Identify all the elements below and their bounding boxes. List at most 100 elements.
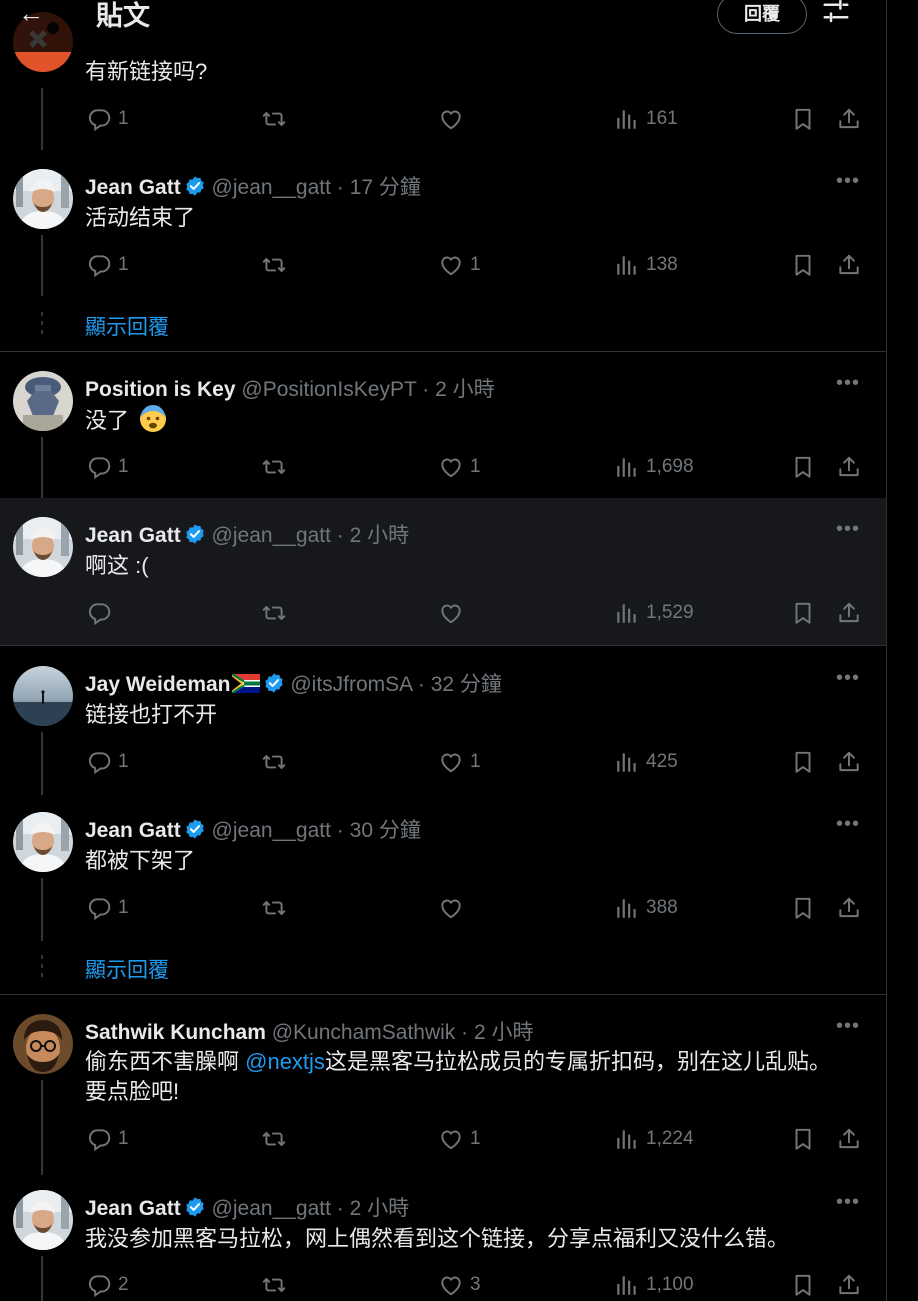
author-handle[interactable]: @itsJfromSA: [290, 673, 412, 696]
views-action[interactable]: 1,224: [614, 1125, 694, 1153]
retweet-action[interactable]: [261, 105, 293, 133]
tweet-timestamp[interactable]: 32 分鐘: [431, 673, 502, 696]
retweet-action[interactable]: [261, 1271, 293, 1299]
reply-button[interactable]: 回覆: [717, 0, 807, 34]
author-handle[interactable]: @jean__gatt: [212, 176, 331, 199]
retweet-action[interactable]: [261, 894, 293, 922]
user-avatar[interactable]: [13, 812, 73, 872]
reply-action[interactable]: 1: [86, 894, 129, 922]
reply-tweet[interactable]: Jean Gatt @jean__gatt · 30 分鐘 ••• 都被下架了 …: [0, 795, 886, 941]
more-options-icon[interactable]: •••: [836, 1191, 860, 1214]
views-action[interactable]: 1,529: [614, 599, 694, 627]
mention-link[interactable]: @nextjs: [245, 1049, 325, 1074]
reply-tweet[interactable]: Jean Gatt @jean__gatt · 2 小時 ••• 我没参加黑客马…: [0, 1175, 886, 1301]
show-replies-link[interactable]: 顯示回覆: [85, 311, 169, 341]
reply-action[interactable]: 1: [86, 453, 129, 481]
heart-icon: [438, 600, 464, 626]
reply-tweet[interactable]: Jean Gatt @jean__gatt · 17 分鐘 ••• 活动结束了 …: [0, 150, 886, 296]
tweet-timestamp[interactable]: 30 分鐘: [350, 819, 421, 842]
views-action[interactable]: 1,100: [614, 1271, 694, 1299]
reply-tweet[interactable]: Jean Gatt @jean__gatt · 2 小時 ••• 啊这 :( 1…: [0, 498, 886, 645]
reply-action[interactable]: 1: [86, 251, 129, 279]
author-handle[interactable]: @jean__gatt: [212, 1197, 331, 1220]
user-avatar[interactable]: [13, 666, 73, 726]
author-handle[interactable]: @KunchamSathwik: [272, 1021, 456, 1044]
like-action[interactable]: [438, 599, 470, 627]
reply-action[interactable]: 2: [86, 1271, 129, 1299]
like-action[interactable]: [438, 105, 470, 133]
share-action[interactable]: [836, 894, 862, 922]
author-name[interactable]: Jay Weideman: [85, 673, 231, 696]
reply-tweet[interactable]: Jay Weideman @itsJfromSA · 32 分鐘 ••• 链接也…: [0, 646, 886, 795]
bookmark-action[interactable]: [790, 105, 816, 133]
author-name[interactable]: Jean Gatt: [85, 819, 181, 842]
reply-action[interactable]: 1: [86, 1125, 129, 1153]
author-handle[interactable]: @PositionIsKeyPT: [241, 378, 416, 401]
reply-action[interactable]: [86, 599, 118, 627]
like-action[interactable]: 1: [438, 1125, 481, 1153]
more-options-icon[interactable]: •••: [836, 813, 860, 836]
reply-tweet[interactable]: Sathwik Kuncham @KunchamSathwik · 2 小時 •…: [0, 995, 886, 1175]
like-action[interactable]: [438, 894, 470, 922]
tweet-timestamp[interactable]: 2 小時: [350, 524, 410, 547]
author-name[interactable]: Sathwik Kuncham: [85, 1021, 266, 1044]
show-replies-link[interactable]: 顯示回覆: [85, 954, 169, 984]
share-action[interactable]: [836, 1125, 862, 1153]
retweet-action[interactable]: [261, 251, 293, 279]
author-name[interactable]: Jean Gatt: [85, 176, 181, 199]
user-avatar[interactable]: [13, 1190, 73, 1250]
retweet-action[interactable]: [261, 1125, 293, 1153]
share-action[interactable]: [836, 453, 862, 481]
more-options-icon[interactable]: •••: [836, 667, 860, 690]
author-name[interactable]: Position is Key: [85, 378, 236, 401]
user-avatar[interactable]: [13, 1014, 73, 1074]
reply-action[interactable]: 1: [86, 105, 129, 133]
user-avatar[interactable]: [13, 169, 73, 229]
views-action[interactable]: 388: [614, 894, 678, 922]
bookmark-action[interactable]: [790, 251, 816, 279]
author-name[interactable]: Jean Gatt: [85, 1197, 181, 1220]
bookmark-action[interactable]: [790, 599, 816, 627]
views-action[interactable]: 1,698: [614, 453, 694, 481]
author-handle[interactable]: @jean__gatt: [212, 524, 331, 547]
retweet-action[interactable]: [261, 748, 293, 776]
share-action[interactable]: [836, 251, 862, 279]
bookmark-action[interactable]: [790, 894, 816, 922]
share-action[interactable]: [836, 748, 862, 776]
tweet-timestamp[interactable]: 2 小時: [350, 1197, 410, 1220]
views-action[interactable]: 138: [614, 251, 678, 279]
share-action[interactable]: [836, 105, 862, 133]
retweet-action[interactable]: [261, 599, 293, 627]
tweet-timestamp[interactable]: 2 小時: [474, 1021, 534, 1044]
retweet-action[interactable]: [261, 453, 293, 481]
bookmark-action[interactable]: [790, 453, 816, 481]
tweet-timestamp[interactable]: 17 分鐘: [350, 176, 421, 199]
author-handle[interactable]: @jean__gatt: [212, 819, 331, 842]
like-action[interactable]: 1: [438, 748, 481, 776]
page-scrollbar[interactable]: [887, 0, 918, 1301]
more-options-icon[interactable]: •••: [836, 1015, 860, 1038]
share-action[interactable]: [836, 1271, 862, 1299]
user-avatar[interactable]: [13, 371, 73, 431]
like-action[interactable]: 1: [438, 251, 481, 279]
more-options-icon[interactable]: •••: [836, 170, 860, 193]
bookmark-action[interactable]: [790, 1271, 816, 1299]
bookmark-action[interactable]: [790, 1125, 816, 1153]
back-arrow-icon[interactable]: ←: [14, 0, 48, 30]
like-action[interactable]: 3: [438, 1271, 481, 1299]
more-options-icon[interactable]: •••: [836, 372, 860, 395]
settings-sliders-icon[interactable]: [821, 0, 851, 26]
share-action[interactable]: [836, 599, 862, 627]
like-count: 1: [470, 751, 481, 772]
reply-tweet[interactable]: Position is Key @PositionIsKeyPT · 2 小時 …: [0, 352, 886, 498]
user-avatar[interactable]: [13, 517, 73, 577]
views-action[interactable]: 161: [614, 105, 678, 133]
reply-icon: [86, 106, 112, 132]
bookmark-action[interactable]: [790, 748, 816, 776]
more-options-icon[interactable]: •••: [836, 518, 860, 541]
reply-action[interactable]: 1: [86, 748, 129, 776]
like-action[interactable]: 1: [438, 453, 481, 481]
author-name[interactable]: Jean Gatt: [85, 524, 181, 547]
tweet-timestamp[interactable]: 2 小時: [435, 378, 495, 401]
views-action[interactable]: 425: [614, 748, 678, 776]
